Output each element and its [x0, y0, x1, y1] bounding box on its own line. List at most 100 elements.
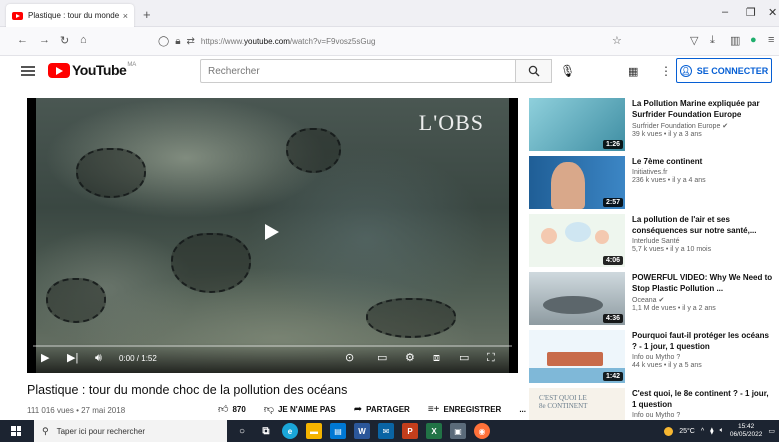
window-close-icon[interactable]: ✕	[768, 6, 777, 19]
settings-gear-icon[interactable]: ⚙	[405, 352, 415, 364]
powerpoint-icon[interactable]: P	[402, 423, 418, 439]
reload-icon[interactable]: ↻	[60, 34, 69, 47]
play-icon[interactable]: ▶	[41, 352, 49, 364]
notifications-icon[interactable]: ▭	[768, 427, 775, 435]
verified-icon: ✔	[722, 123, 729, 130]
channel-name: Interlude Santé	[632, 238, 680, 245]
taskbar-search-placeholder: Taper ici pour rechercher	[56, 426, 146, 436]
outlook-icon[interactable]: ✉	[378, 423, 394, 439]
dislike-button[interactable]: 👎︎ JE N'AIME PAS	[264, 403, 336, 415]
taskbar-search[interactable]: ⚲ Taper ici pour rechercher	[34, 420, 227, 442]
volume-icon[interactable]: 🔊︎	[95, 352, 102, 364]
home-icon[interactable]: ⌂	[80, 34, 87, 46]
video-metadata: 111 016 vues • 27 mai 2018	[27, 406, 126, 415]
pocket-icon[interactable]: ▽	[690, 34, 698, 47]
video-title: Plastique : tour du monde choc de la pol…	[27, 383, 348, 397]
taskbar-apps: ○ ⧉ e ▬ ▤ W ✉ P X ▣ ◉	[234, 423, 490, 439]
file-explorer-icon[interactable]: ▬	[306, 423, 322, 439]
search-button[interactable]	[516, 59, 552, 83]
url-bar[interactable]: ◯ 🔒︎ ⇄ https://www.youtube.com/watch?v=F…	[148, 31, 618, 52]
progress-bar[interactable]	[33, 345, 512, 347]
channel-name: Surfrider Foundation Europe ✔	[632, 123, 729, 130]
lock-icon: 🔒︎	[175, 36, 181, 47]
next-icon[interactable]: ▶|	[67, 352, 78, 364]
thought-bubble	[565, 222, 591, 242]
channel-name: Oceana ✔	[632, 297, 665, 304]
menu-icon[interactable]: ≡	[768, 34, 774, 46]
save-label: ENREGISTRER	[443, 404, 502, 414]
related-video-card[interactable]: 1:26 La Pollution Marine expliquée par S…	[529, 98, 774, 154]
forward-icon[interactable]: →	[39, 34, 50, 46]
related-video-card[interactable]: 4:36 POWERFUL VIDEO: Why We Need to Stop…	[529, 272, 774, 328]
clock-time: 15:42	[737, 423, 755, 430]
theater-mode-icon[interactable]: ▭	[459, 352, 469, 364]
task-view-icon[interactable]: ⧉	[258, 423, 274, 439]
video-player[interactable]: L'OBS ▶ ▶| 🔊︎ 0:00 / 1:52 ⊙ ▭ ⚙ ⧈ ▭ ⛶	[27, 98, 518, 373]
like-button[interactable]: 👍︎ 870	[218, 403, 246, 415]
related-title: La pollution de l'air et ses conséquence…	[632, 215, 757, 235]
youtube-logo[interactable]: YouTube MA	[48, 62, 136, 78]
speaker-icon[interactable]: 🔈︎	[720, 427, 724, 435]
youtube-play-logo-icon	[48, 62, 70, 78]
fullscreen-icon[interactable]: ⛶	[487, 352, 495, 364]
browser-navbar: ← → ↻ ⌂ ◯ 🔒︎ ⇄ https://www.youtube.com/w…	[0, 27, 779, 56]
large-play-icon[interactable]	[265, 224, 279, 240]
search-box[interactable]	[200, 59, 516, 83]
microphone-icon[interactable]: 🎙︎	[560, 64, 575, 78]
channel-name: Info ou Mytho ?	[632, 412, 681, 419]
apps-grid-icon[interactable]: ▦	[628, 65, 638, 78]
settings-dots-icon[interactable]: ⋮	[660, 64, 672, 78]
bookmark-star-icon[interactable]: ☆	[612, 34, 622, 47]
back-icon[interactable]: ←	[17, 34, 28, 46]
sign-in-button[interactable]: 👤︎ SE CONNECTER	[676, 58, 772, 83]
cartoon-figure	[595, 230, 609, 244]
duration-badge: 2:57	[602, 198, 623, 207]
account-icon[interactable]: ●	[750, 34, 757, 46]
floating-basket	[286, 128, 341, 173]
library-icon[interactable]: ▥	[730, 34, 740, 47]
word-icon[interactable]: W	[354, 423, 370, 439]
restore-icon[interactable]: ❐	[746, 6, 756, 19]
downloads-icon[interactable]: ⤓	[710, 34, 715, 47]
related-stats: 236 k vues • il y a 4 ans	[632, 177, 706, 184]
windows-taskbar: ⚲ Taper ici pour rechercher ○ ⧉ e ▬ ▤ W …	[0, 420, 779, 442]
minimize-icon[interactable]: –	[722, 6, 728, 18]
subtitles-icon[interactable]: ▭	[377, 352, 387, 364]
video-thumbnail: 2:57	[529, 156, 625, 209]
share-icon: ➦	[353, 403, 363, 415]
weather-temp[interactable]: 25°C	[679, 428, 695, 435]
network-icon[interactable]: ⧫	[710, 427, 713, 435]
browser-tab[interactable]: Plastique : tour du monde choc ×	[6, 4, 134, 27]
search-input[interactable]	[208, 65, 515, 77]
more-actions-button[interactable]: ...	[519, 405, 526, 414]
duration-badge: 4:36	[602, 314, 623, 323]
windows-start-icon[interactable]	[11, 426, 21, 436]
tab-close-icon[interactable]: ×	[123, 11, 128, 21]
firefox-icon[interactable]: ◉	[474, 423, 490, 439]
related-video-card[interactable]: 2:57 Le 7ème continent Initiatives.fr 23…	[529, 156, 774, 212]
floating-basket	[46, 278, 106, 323]
related-video-card[interactable]: 1:42 Pourquoi faut-il protéger les océan…	[529, 330, 774, 386]
cortana-icon[interactable]: ○	[234, 423, 250, 439]
share-button[interactable]: ➦ PARTAGER	[354, 404, 410, 415]
related-video-card[interactable]: 4:06 La pollution de l'air et ses conséq…	[529, 214, 774, 270]
logo-wordmark: YouTube	[72, 62, 127, 78]
clock[interactable]: 15:42 06/05/2022	[730, 423, 763, 439]
new-tab-button[interactable]: +	[143, 7, 151, 22]
floating-basket	[366, 298, 456, 338]
tray-chevron-icon[interactable]: ^	[701, 428, 704, 435]
store-icon[interactable]: ▤	[330, 423, 346, 439]
floating-basket	[171, 233, 251, 293]
youtube-favicon-icon	[12, 11, 23, 20]
miniplayer-icon[interactable]: ⧈	[433, 352, 440, 364]
excel-icon[interactable]: X	[426, 423, 442, 439]
edge-icon[interactable]: e	[282, 423, 298, 439]
guide-menu-icon[interactable]	[21, 66, 35, 76]
related-stats: 5,7 k vues • il y a 10 mois	[632, 246, 712, 253]
app-icon[interactable]: ▣	[450, 423, 466, 439]
search-icon: ⚲	[42, 425, 49, 436]
save-button[interactable]: ≡+ ENREGISTRER	[428, 404, 501, 415]
video-thumbnail: 4:06	[529, 214, 625, 267]
view-count: 111 016 vues	[27, 406, 74, 415]
autoplay-toggle-icon[interactable]: ⊙	[345, 352, 354, 364]
